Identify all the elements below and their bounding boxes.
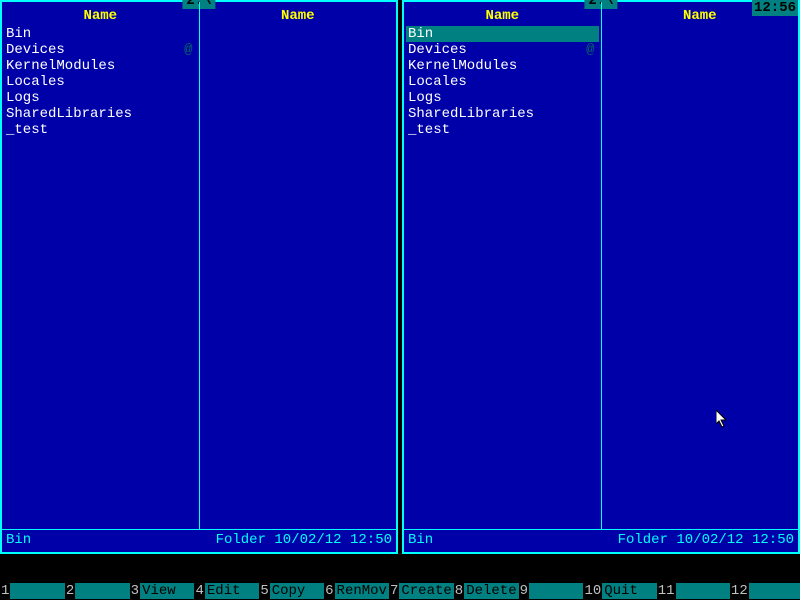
file-row[interactable]: Logs — [4, 90, 197, 106]
fkey-11[interactable]: 11 — [657, 582, 730, 600]
fkey-label: View — [140, 583, 194, 599]
clock: 12:56 — [752, 0, 798, 16]
fkey-6[interactable]: 6RenMov — [324, 582, 389, 600]
right-panel[interactable]: 2:\ 12:56 Name BinDevices@KernelModulesL… — [402, 0, 800, 554]
left-status-info: Folder 10/02/12 12:50 — [216, 532, 392, 548]
fkey-number: 4 — [194, 583, 204, 599]
file-row[interactable]: Devices@ — [406, 42, 599, 58]
symlink-icon: @ — [184, 42, 192, 58]
left-panel[interactable]: 2:\ Name BinDevices@KernelModulesLocales… — [0, 0, 398, 554]
function-key-bar: 1 2 3View 4Edit 5Copy 6RenMov7Create8Del… — [0, 582, 800, 600]
fkey-9[interactable]: 9 — [519, 582, 584, 600]
fkey-label: Edit — [205, 583, 259, 599]
fkey-number: 9 — [519, 583, 529, 599]
fkey-label: Create — [399, 583, 453, 599]
fkey-label: Delete — [464, 583, 518, 599]
right-columns: Name BinDevices@KernelModulesLocalesLogs… — [404, 2, 798, 529]
fkey-label — [10, 583, 64, 599]
fkey-label — [676, 583, 730, 599]
left-status-name: Bin — [6, 532, 31, 548]
right-col-2: Name — [601, 2, 799, 529]
file-row[interactable]: Bin — [406, 26, 599, 42]
file-row[interactable]: Devices@ — [4, 42, 197, 58]
left-col-1: Name BinDevices@KernelModulesLocalesLogs… — [2, 2, 199, 529]
left-columns: Name BinDevices@KernelModulesLocalesLogs… — [2, 2, 396, 529]
fkey-number: 2 — [65, 583, 75, 599]
fkey-number: 8 — [454, 583, 464, 599]
file-row[interactable]: KernelModules — [4, 58, 197, 74]
fkey-12[interactable]: 12 — [730, 582, 800, 600]
fkey-number: 7 — [389, 583, 399, 599]
right-col-1-header: Name — [404, 2, 601, 26]
fkey-label — [75, 583, 129, 599]
fkey-label: Quit — [602, 583, 656, 599]
fkey-label — [529, 583, 583, 599]
fkey-number: 1 — [0, 583, 10, 599]
right-col-1: Name BinDevices@KernelModulesLocalesLogs… — [404, 2, 601, 529]
file-row[interactable]: _test — [406, 122, 599, 138]
left-col-1-header: Name — [2, 2, 199, 26]
left-file-list[interactable]: BinDevices@KernelModulesLocalesLogsShare… — [2, 26, 199, 138]
right-status-name: Bin — [408, 532, 433, 548]
fkey-number: 5 — [259, 583, 269, 599]
file-row[interactable]: Logs — [406, 90, 599, 106]
file-row[interactable]: Locales — [406, 74, 599, 90]
file-row[interactable]: SharedLibraries — [4, 106, 197, 122]
fkey-10[interactable]: 10Quit — [583, 582, 656, 600]
fkey-3[interactable]: 3View — [130, 582, 195, 600]
fkey-number: 3 — [130, 583, 140, 599]
fkey-1[interactable]: 1 — [0, 582, 65, 600]
left-col-2: Name — [199, 2, 397, 529]
fkey-7[interactable]: 7Create — [389, 582, 454, 600]
fkey-8[interactable]: 8Delete — [454, 582, 519, 600]
fkey-5[interactable]: 5Copy — [259, 582, 324, 600]
file-row[interactable]: Bin — [4, 26, 197, 42]
panels-container: 2:\ Name BinDevices@KernelModulesLocales… — [0, 0, 800, 554]
file-row[interactable]: _test — [4, 122, 197, 138]
fkey-2[interactable]: 2 — [65, 582, 130, 600]
symlink-icon: @ — [586, 42, 594, 58]
right-file-list[interactable]: BinDevices@KernelModulesLocalesLogsShare… — [404, 26, 601, 138]
file-row[interactable]: Locales — [4, 74, 197, 90]
fkey-number: 6 — [324, 583, 334, 599]
fkey-label: Copy — [270, 583, 324, 599]
left-status-bar: Bin Folder 10/02/12 12:50 — [2, 529, 396, 552]
fkey-number: 10 — [583, 583, 602, 599]
right-status-info: Folder 10/02/12 12:50 — [618, 532, 794, 548]
fkey-label: RenMov — [335, 583, 389, 599]
fkey-number: 12 — [730, 583, 749, 599]
left-col-2-header: Name — [200, 2, 397, 26]
file-row[interactable]: SharedLibraries — [406, 106, 599, 122]
screen: 2:\ Name BinDevices@KernelModulesLocales… — [0, 0, 800, 600]
right-status-bar: Bin Folder 10/02/12 12:50 — [404, 529, 798, 552]
file-row[interactable]: KernelModules — [406, 58, 599, 74]
fkey-number: 11 — [657, 583, 676, 599]
fkey-4[interactable]: 4Edit — [194, 582, 259, 600]
fkey-label — [749, 583, 800, 599]
